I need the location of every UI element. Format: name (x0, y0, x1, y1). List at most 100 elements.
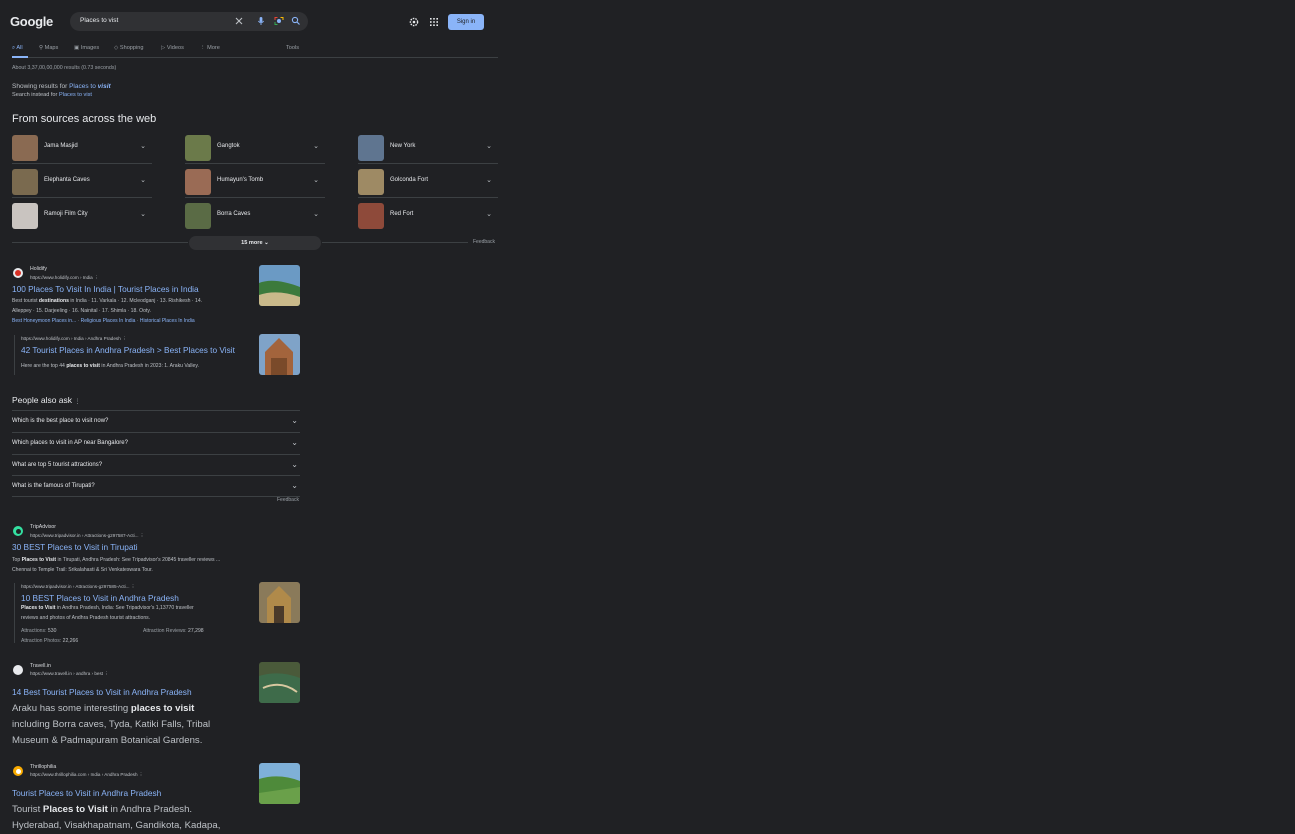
tab-videos[interactable]: ▷ Videos (161, 45, 184, 51)
result-title-link[interactable]: 42 Tourist Places in Andhra Pradesh > Be… (21, 345, 235, 355)
lens-icon[interactable] (273, 15, 285, 27)
result-title-link[interactable]: 100 Places To Visit In India | Tourist P… (12, 284, 199, 294)
more-options-icon[interactable]: ⋮ (140, 533, 145, 538)
sitelink[interactable]: Religious Places In India (81, 318, 136, 324)
place-thumbnail (185, 169, 211, 195)
chevron-down-icon: ⌄ (140, 177, 146, 184)
more-options-icon[interactable]: ⋮ (74, 399, 80, 405)
more-options-icon[interactable]: ⋮ (94, 275, 99, 280)
result-title-link[interactable]: Tourist Places to Visit in Andhra Prades… (12, 788, 161, 798)
source-item[interactable]: Jama Masjid ⌄ (12, 133, 152, 164)
sitelink[interactable]: Historical Places In India (140, 318, 195, 324)
attraction-photos-count: Attraction Photos: 22,266 (21, 638, 79, 644)
result-thumbnail[interactable] (259, 265, 300, 306)
result-thumbnail[interactable] (259, 582, 300, 623)
source-item[interactable]: Humayun's Tomb ⌄ (185, 167, 325, 198)
sitelink[interactable]: Best Honeymoon Places in... (12, 318, 76, 324)
search-icon[interactable] (290, 15, 302, 27)
result-url: https://www.tripadvisor.in › Attractions… (21, 584, 136, 589)
tab-shopping[interactable]: ◇ Shopping (114, 45, 144, 51)
tab-images[interactable]: ▣ Images (74, 45, 99, 51)
nested-result-bar (14, 583, 15, 643)
chevron-down-icon: ⌄ (140, 211, 146, 218)
result-snippet: Tourist Places to Visit in Andhra Prades… (12, 804, 221, 831)
divider (322, 242, 468, 243)
result-url: https://www.holidify.com › India › Andhr… (21, 336, 127, 341)
original-query-link[interactable]: Places to vist (59, 92, 92, 98)
paa-question[interactable]: What are top 5 tourist attractions? ⌄ (12, 454, 300, 476)
active-tab-indicator (12, 56, 28, 58)
feedback-link[interactable]: Feedback (473, 239, 495, 245)
nested-result-bar (14, 335, 15, 375)
result-thumbnail[interactable] (259, 763, 300, 804)
feedback-link[interactable]: Feedback (277, 497, 299, 503)
divider (12, 496, 300, 497)
google-logo[interactable]: Google (10, 14, 53, 29)
apps-grid-icon[interactable] (428, 16, 440, 28)
paa-question[interactable]: Which is the best place to visit now? ⌄ (12, 410, 300, 432)
sitelinks: Best Honeymoon Places in... · Religious … (12, 318, 195, 324)
source-item[interactable]: Red Fort ⌄ (358, 201, 498, 231)
place-thumbnail (358, 135, 384, 161)
image-icon: ▣ (74, 45, 81, 51)
chevron-down-icon: ⌄ (486, 143, 492, 150)
tab-all[interactable]: ⌕ All (12, 45, 23, 52)
sources-heading: From sources across the web (12, 113, 157, 125)
place-thumbnail (12, 135, 38, 161)
result-thumbnail[interactable] (259, 662, 300, 703)
chevron-down-icon: ⌄ (313, 143, 319, 150)
chevron-down-icon: ⌄ (313, 211, 319, 218)
result-stats: About 3,37,00,00,000 results (0.73 secon… (12, 65, 117, 71)
result-snippet: Here are the top 44 places to visit in A… (21, 363, 199, 369)
chevron-down-icon: ⌄ (140, 143, 146, 150)
clear-icon[interactable] (233, 15, 245, 27)
site-name: Thrillophilia (30, 764, 57, 770)
source-item[interactable]: Golconda Fort ⌄ (358, 167, 498, 198)
divider (12, 242, 188, 243)
chevron-down-icon: ⌄ (486, 177, 492, 184)
chevron-down-icon: ⌄ (291, 481, 298, 490)
corrected-query-link[interactable]: Places to visit (69, 83, 111, 90)
place-thumbnail (358, 203, 384, 229)
search-instead-for: Search instead for Places to vist (12, 92, 92, 98)
result-snippet: Places to Visit in Andhra Pradesh, India… (21, 605, 194, 621)
place-thumbnail (185, 135, 211, 161)
chevron-down-icon: ⌄ (486, 211, 492, 218)
place-thumbnail (12, 203, 38, 229)
microphone-icon[interactable] (255, 15, 267, 27)
settings-gear-icon[interactable] (408, 16, 420, 28)
tab-more[interactable]: ⋮ More (200, 45, 220, 51)
more-options-icon[interactable]: ⋮ (131, 584, 136, 589)
search-bar[interactable]: Places to vist (70, 12, 308, 31)
source-item[interactable]: Elephanta Caves ⌄ (12, 167, 152, 198)
paa-question[interactable]: What is the famous of Tirupati? ⌄ (12, 475, 300, 497)
tab-maps[interactable]: ⚲ Maps (39, 45, 58, 51)
site-name: Travell.in (30, 663, 51, 669)
paa-heading: People also ask ⋮ (12, 395, 81, 405)
result-snippet: Top Places to Visit in Tirupati, Andhra … (12, 557, 221, 573)
result-title-link[interactable]: 10 BEST Places to Visit in Andhra Prades… (21, 593, 179, 603)
source-item[interactable]: Gangtok ⌄ (185, 133, 325, 164)
tools-button[interactable]: Tools (286, 45, 299, 51)
search-input[interactable]: Places to vist (80, 17, 118, 24)
place-thumbnail (358, 169, 384, 195)
site-favicon (13, 766, 23, 776)
source-item[interactable]: Borra Caves ⌄ (185, 201, 325, 231)
site-favicon (13, 268, 23, 278)
showing-results-for: Showing results for Places to visit (12, 83, 111, 90)
more-options-icon[interactable]: ⋮ (104, 671, 109, 676)
result-url: https://www.holidify.com › India ⋮ (30, 275, 99, 280)
source-item[interactable]: Ramoji Film City ⌄ (12, 201, 152, 231)
more-options-icon[interactable]: ⋮ (139, 772, 144, 777)
result-title-link[interactable]: 14 Best Tourist Places to Visit in Andhr… (12, 687, 192, 697)
chevron-down-icon: ⌄ (291, 416, 298, 425)
result-thumbnail[interactable] (259, 334, 300, 375)
sign-in-button[interactable]: Sign in (448, 14, 484, 30)
source-item[interactable]: New York ⌄ (358, 133, 498, 164)
paa-question[interactable]: Which places to visit in AP near Bangalo… (12, 432, 300, 454)
site-name: Holidify (30, 266, 48, 272)
show-more-button[interactable]: 15 more ⌄ (189, 236, 321, 250)
result-title-link[interactable]: 30 BEST Places to Visit in Tirupati (12, 542, 138, 552)
result-url: https://www.tripadvisor.in › Attractions… (30, 533, 145, 538)
more-options-icon[interactable]: ⋮ (122, 336, 127, 341)
